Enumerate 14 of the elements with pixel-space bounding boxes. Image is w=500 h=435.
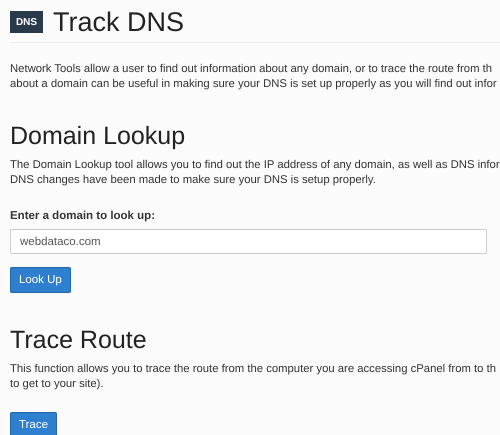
- dns-icon: DNS: [10, 11, 43, 33]
- description-text: Network Tools allow a user to find out information about any domain, or to trace the route from th: [10, 62, 494, 77]
- page-title: Track DNS: [53, 6, 184, 38]
- description-text: DNS changes have been made to make sure your DNS is setup properly.: [10, 173, 377, 188]
- section-heading: Domain Lookup: [10, 122, 186, 151]
- domain-input-field[interactable]: webdataco.com: [10, 229, 487, 254]
- description-text: The Domain Lookup tool allows you to find out the IP address of any domain, as well as DNS infor: [10, 158, 500, 173]
- trace-button[interactable]: Trace: [10, 412, 57, 435]
- field-label: Enter a domain to look up:: [10, 210, 156, 222]
- description-text: This function allows you to trace the route from the computer you are accessing cPanel from to th: [10, 362, 498, 377]
- description-text: about a domain can be useful in making sure your DNS is set up properly as you will find out infor: [10, 77, 498, 92]
- section-heading: Trace Route: [10, 326, 148, 355]
- description-text: to get to your site).: [10, 377, 105, 392]
- look-up-button[interactable]: Look Up: [10, 267, 71, 293]
